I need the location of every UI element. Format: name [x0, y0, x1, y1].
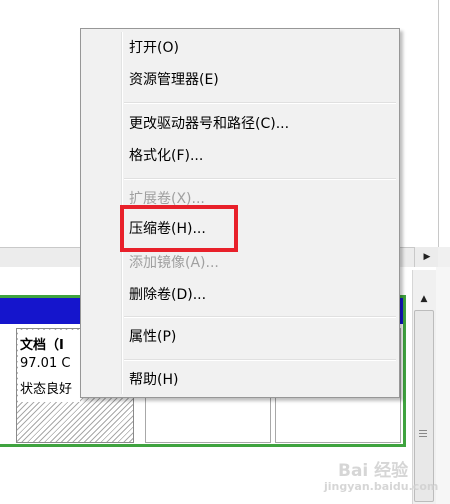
menu-separator	[124, 102, 396, 104]
menu-item-add-mirror: 添加镜像(A)...	[129, 255, 219, 271]
menu-separator	[124, 316, 396, 318]
watermark-title: Bai 经验	[338, 461, 409, 481]
menu-item-help[interactable]: 帮助(H)	[129, 370, 178, 390]
menu-item-format[interactable]: 格式化(F)...	[129, 146, 203, 166]
scroll-corner	[438, 247, 450, 267]
baidu-watermark: Bai 经验 jingyan.baidu.com	[318, 454, 444, 500]
partition-name: 文档（I	[20, 338, 64, 353]
menu-separator	[124, 178, 396, 180]
scroll-up-icon[interactable]: ▲	[413, 290, 435, 308]
menu-item-open[interactable]: 打开(O)	[129, 38, 179, 58]
menu-item-explorer[interactable]: 资源管理器(E)	[129, 70, 219, 90]
annotation-highlight-box	[120, 205, 238, 252]
window-edge	[438, 0, 439, 250]
menu-item-properties[interactable]: 属性(P)	[129, 327, 176, 347]
menu-separator	[124, 359, 396, 361]
menu-item-change-drive-letter[interactable]: 更改驱动器号和路径(C)...	[129, 114, 289, 134]
scroll-right-icon[interactable]: ▶	[414, 247, 439, 267]
watermark-url: jingyan.baidu.com	[324, 480, 439, 493]
partition-size: 97.01 C	[20, 356, 71, 371]
menu-item-delete-volume[interactable]: 删除卷(D)...	[129, 285, 206, 305]
partition-status: 状态良好	[20, 382, 73, 397]
scrollbar-grip-icon	[419, 430, 427, 439]
